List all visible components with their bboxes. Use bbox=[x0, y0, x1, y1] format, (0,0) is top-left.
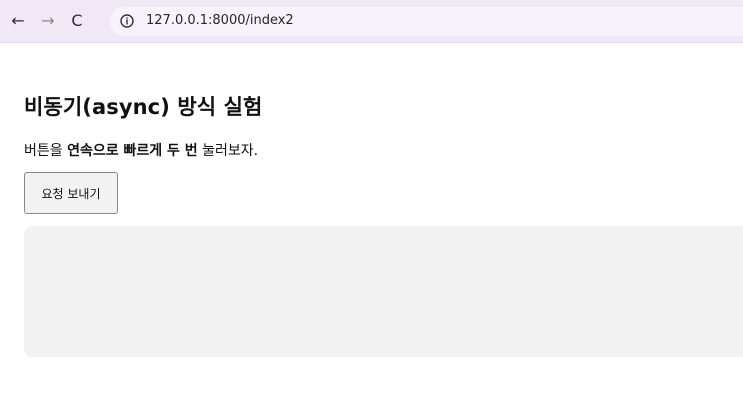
instruction-emphasis: 연속으로 빠르게 두 번 bbox=[67, 143, 198, 159]
instruction-text: 버튼을 연속으로 빠르게 두 번 눌러보자. bbox=[24, 140, 258, 160]
send-request-button[interactable]: 요청 보내기 bbox=[24, 172, 118, 214]
address-bar[interactable]: 127.0.0.1:8000/index2 bbox=[110, 7, 743, 36]
address-url[interactable]: 127.0.0.1:8000/index2 bbox=[146, 13, 294, 28]
browser-toolbar: ← → C 127.0.0.1:8000/index2 bbox=[0, 0, 743, 43]
instruction-suffix: 눌러보자. bbox=[197, 143, 259, 159]
result-box bbox=[24, 226, 743, 357]
reload-icon[interactable]: C bbox=[66, 10, 88, 32]
info-icon[interactable] bbox=[120, 14, 134, 28]
forward-arrow-icon[interactable]: → bbox=[37, 10, 59, 32]
instruction-prefix: 버튼을 bbox=[24, 143, 68, 159]
back-arrow-icon[interactable]: ← bbox=[7, 10, 29, 32]
page-content: 비동기(async) 방식 실험 버튼을 연속으로 빠르게 두 번 눌러보자. … bbox=[24, 43, 743, 393]
page-title: 비동기(async) 방식 실험 bbox=[24, 95, 263, 119]
